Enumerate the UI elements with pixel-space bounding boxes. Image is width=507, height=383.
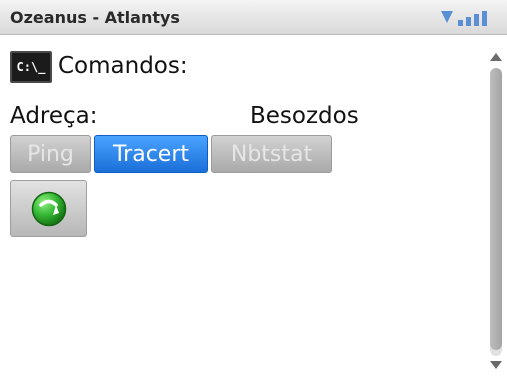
scroll-down-icon[interactable]	[490, 361, 502, 369]
tab-tracert[interactable]: Tracert	[94, 135, 208, 173]
address-row: Adreça: Besozdos	[10, 103, 480, 132]
scroll-track[interactable]	[490, 68, 502, 356]
main-content: C:\_ Comandos: Adreça: Besozdos Ping Tra…	[0, 35, 485, 383]
scroll-up-icon[interactable]	[490, 53, 502, 61]
run-button[interactable]	[10, 180, 87, 237]
address-label: Adreça:	[10, 103, 98, 129]
app-title: Ozeanus - Atlantys	[10, 8, 180, 27]
app-window: Ozeanus - Atlantys C:\_ Comandos: Adreça…	[0, 0, 507, 383]
commands-label: Comandos:	[58, 52, 188, 79]
signal-strength-icon	[441, 11, 487, 26]
title-bar: Ozeanus - Atlantys	[0, 0, 507, 35]
commands-header: C:\_ Comandos:	[10, 49, 188, 85]
address-value[interactable]: Besozdos	[250, 103, 359, 129]
vertical-scrollbar[interactable]	[485, 35, 507, 383]
tab-nbtstat[interactable]: Nbtstat	[211, 135, 332, 173]
scroll-thumb[interactable]	[490, 68, 502, 350]
refresh-arrow-icon	[31, 191, 67, 227]
tool-tabs: Ping Tracert Nbtstat	[10, 135, 332, 174]
tab-ping[interactable]: Ping	[10, 135, 91, 173]
command-prompt-icon: C:\_	[10, 51, 52, 83]
